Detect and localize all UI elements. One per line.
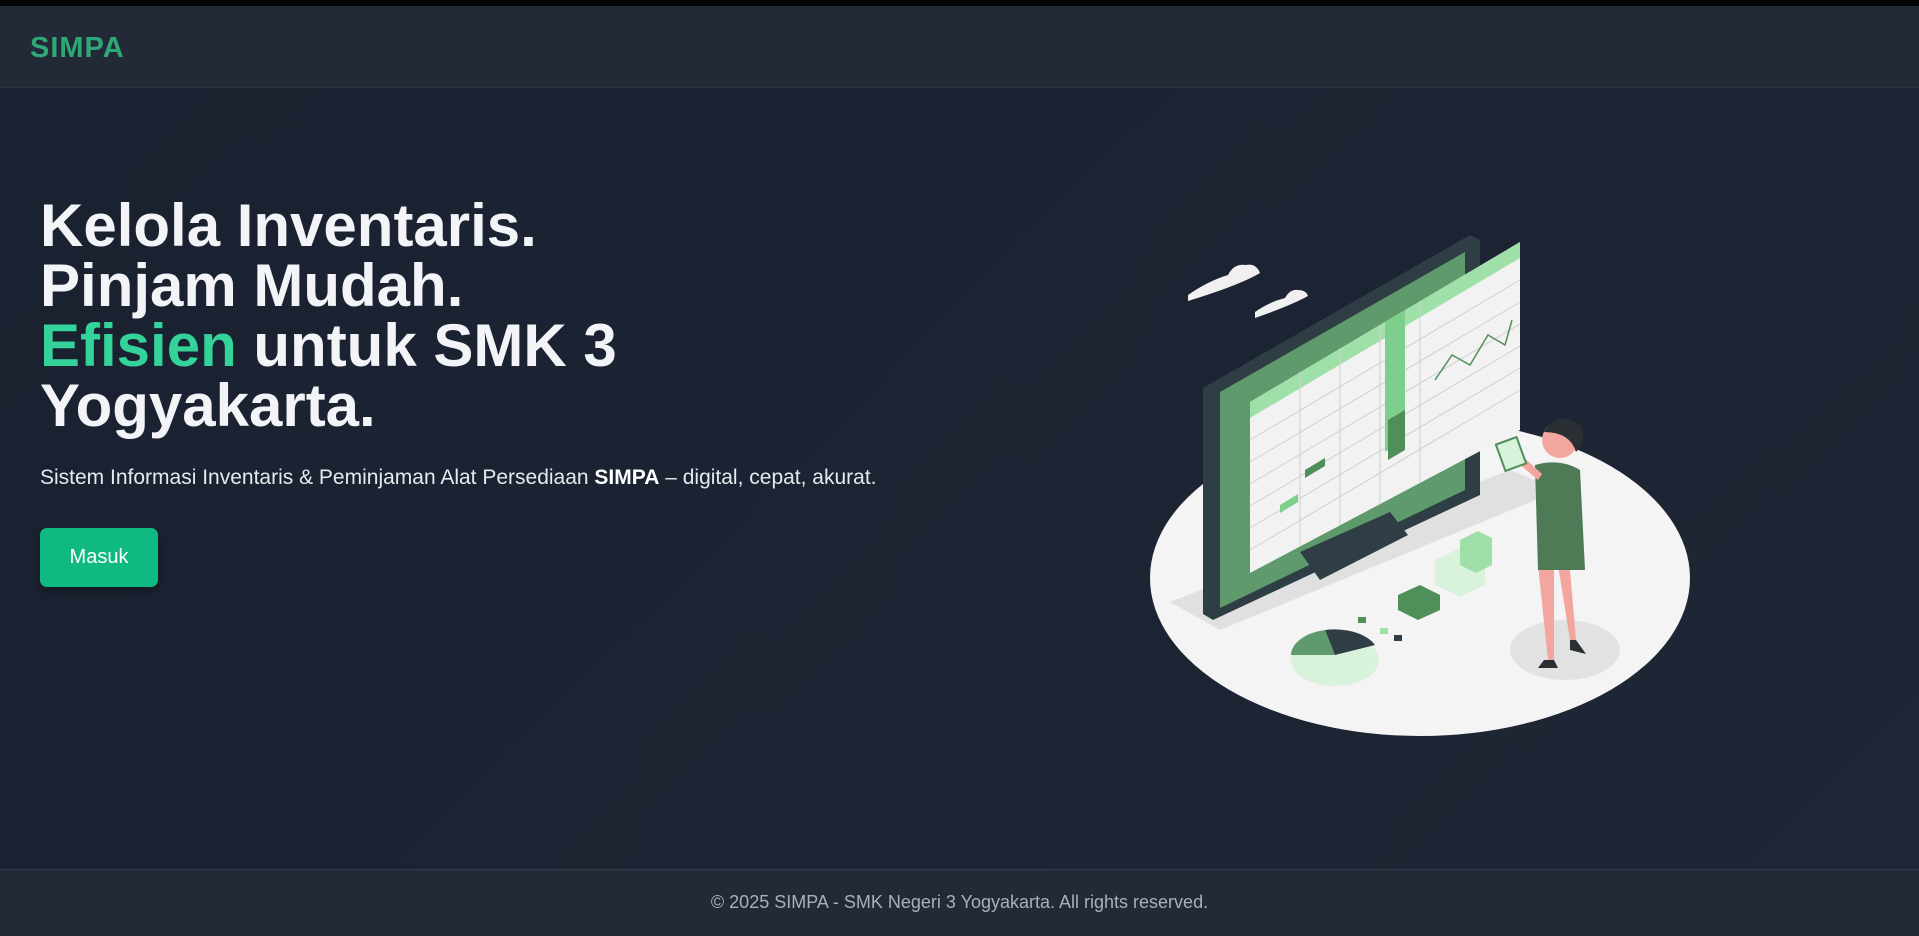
hero-tagline: Sistem Informasi Inventaris & Peminjaman…	[40, 466, 877, 490]
headline-line-2: Pinjam Mudah.	[40, 252, 464, 319]
navbar: SIMPA	[0, 6, 1919, 88]
brand-logo[interactable]: SIMPA	[30, 32, 125, 65]
footer: © 2025 SIMPA - SMK Negeri 3 Yogyakarta. …	[0, 869, 1919, 936]
headline-line-4: Yogyakarta.	[40, 372, 376, 439]
headline-line-3: untuk SMK 3	[236, 312, 617, 379]
inventory-dashboard-illustration	[1150, 235, 1690, 736]
tagline-brand: SIMPA	[594, 466, 660, 489]
login-button[interactable]: Masuk	[40, 528, 158, 587]
copyright-text: © 2025 SIMPA - SMK Negeri 3 Yogyakarta. …	[710, 892, 1209, 912]
cloud-icon	[1255, 289, 1308, 318]
hero-headline: Kelola Inventaris. Pinjam Mudah. Efisien…	[40, 196, 740, 436]
headline-accent: Efisien	[40, 312, 237, 379]
headline-line-1: Kelola Inventaris.	[40, 192, 537, 259]
cloud-icon	[1188, 264, 1260, 301]
tagline-text: Sistem Informasi Inventaris & Peminjaman…	[40, 466, 595, 489]
tagline-suffix: – digital, cepat, akurat.	[659, 466, 877, 489]
